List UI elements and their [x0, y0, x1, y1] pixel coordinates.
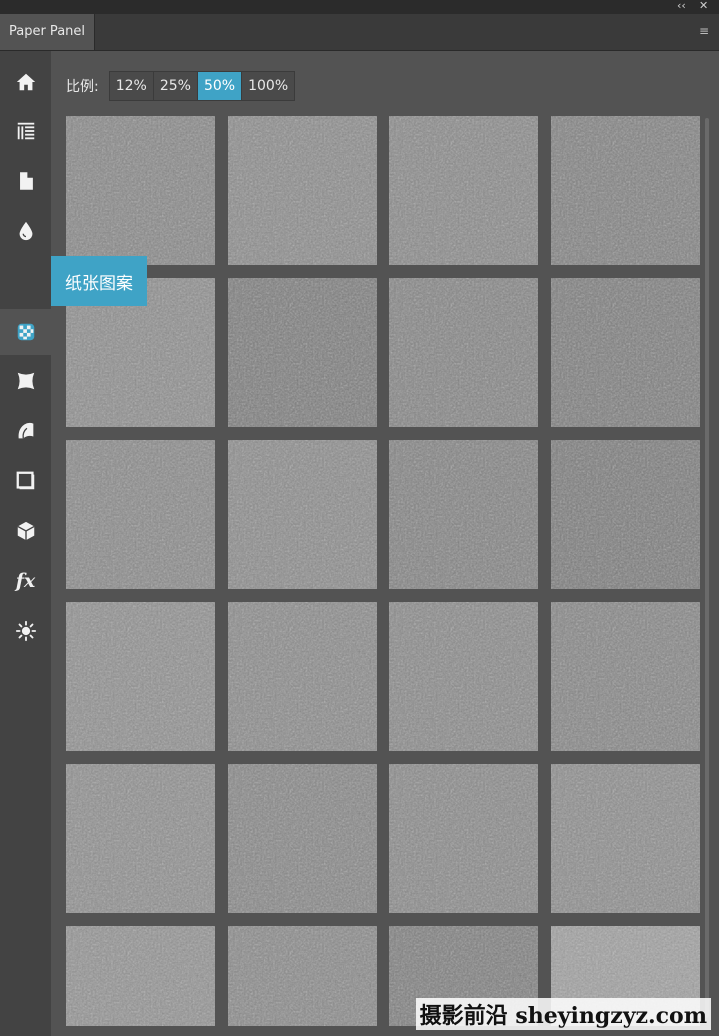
sidebar-item-document[interactable] [0, 158, 51, 204]
sidebar-item-3d[interactable] [0, 508, 51, 554]
scale-label: 比例: [66, 79, 99, 95]
texture-tile[interactable] [228, 764, 377, 913]
sidebar-item-light[interactable] [0, 608, 51, 654]
document-icon [18, 171, 34, 191]
sidebar-item-brush[interactable] [0, 108, 51, 154]
scale-option-50[interactable]: 50% [197, 72, 243, 100]
scale-option-12[interactable]: 12% [109, 72, 154, 100]
texture-tile[interactable] [228, 116, 377, 265]
texture-tile[interactable] [389, 764, 538, 913]
texture-tile[interactable] [66, 116, 215, 265]
sidebar-item-paper-roll[interactable] [0, 408, 51, 454]
warp-icon [17, 372, 34, 390]
window-title-bar: ‹‹ ✕ [0, 0, 719, 14]
texture-tile[interactable] [228, 926, 377, 1026]
sidebar-item-paper-pattern[interactable] [0, 309, 51, 355]
sidebar-item-fx[interactable]: fx [0, 558, 51, 604]
texture-tile[interactable] [389, 440, 538, 589]
scrollbar[interactable] [705, 118, 709, 1018]
collapse-panel-icon[interactable]: ‹‹ [677, 0, 686, 13]
scale-options: 12% 25% 50% 100% [108, 71, 296, 101]
watermark: 摄影前沿 sheyingzyz.com [415, 998, 711, 1030]
sidebar-tooltip: 纸张图案 [51, 256, 147, 306]
brush-lines-icon [17, 122, 34, 140]
sidebar-item-home[interactable] [0, 59, 51, 105]
close-panel-icon[interactable]: ✕ [699, 0, 708, 13]
texture-tile[interactable] [551, 602, 700, 751]
drop-icon [19, 221, 32, 241]
home-icon [16, 73, 35, 91]
scale-selector: 比例: 12% 25% 50% 100% [66, 71, 296, 101]
frame-icon [16, 471, 34, 490]
sidebar-item-drop[interactable] [0, 208, 51, 254]
fx-icon: fx [15, 570, 36, 592]
scale-option-100[interactable]: 100% [242, 72, 295, 100]
paper-roll-icon [18, 422, 33, 439]
panel-tab-bar: Paper Panel ≡ [0, 14, 719, 51]
texture-tile[interactable] [389, 278, 538, 427]
sidebar-item-frame[interactable] [0, 458, 51, 504]
light-icon [15, 620, 36, 642]
texture-tile[interactable] [551, 116, 700, 265]
texture-tile[interactable] [228, 602, 377, 751]
texture-tile[interactable] [389, 116, 538, 265]
sidebar: fx [0, 51, 51, 1036]
paper-pattern-icon [17, 323, 34, 341]
texture-tile[interactable] [228, 278, 377, 427]
panel-menu-icon[interactable]: ≡ [699, 24, 709, 38]
texture-tile[interactable] [228, 440, 377, 589]
texture-tile[interactable] [389, 602, 538, 751]
texture-tile[interactable] [551, 278, 700, 427]
texture-tile[interactable] [66, 602, 215, 751]
tab-paper-panel[interactable]: Paper Panel [0, 14, 95, 50]
texture-tile[interactable] [66, 440, 215, 589]
texture-tile[interactable] [551, 764, 700, 913]
cube-icon [16, 521, 35, 541]
texture-tile[interactable] [551, 440, 700, 589]
scale-option-25[interactable]: 25% [153, 72, 198, 100]
texture-tile[interactable] [66, 926, 215, 1026]
texture-tile[interactable] [66, 764, 215, 913]
sidebar-item-warp[interactable] [0, 358, 51, 404]
